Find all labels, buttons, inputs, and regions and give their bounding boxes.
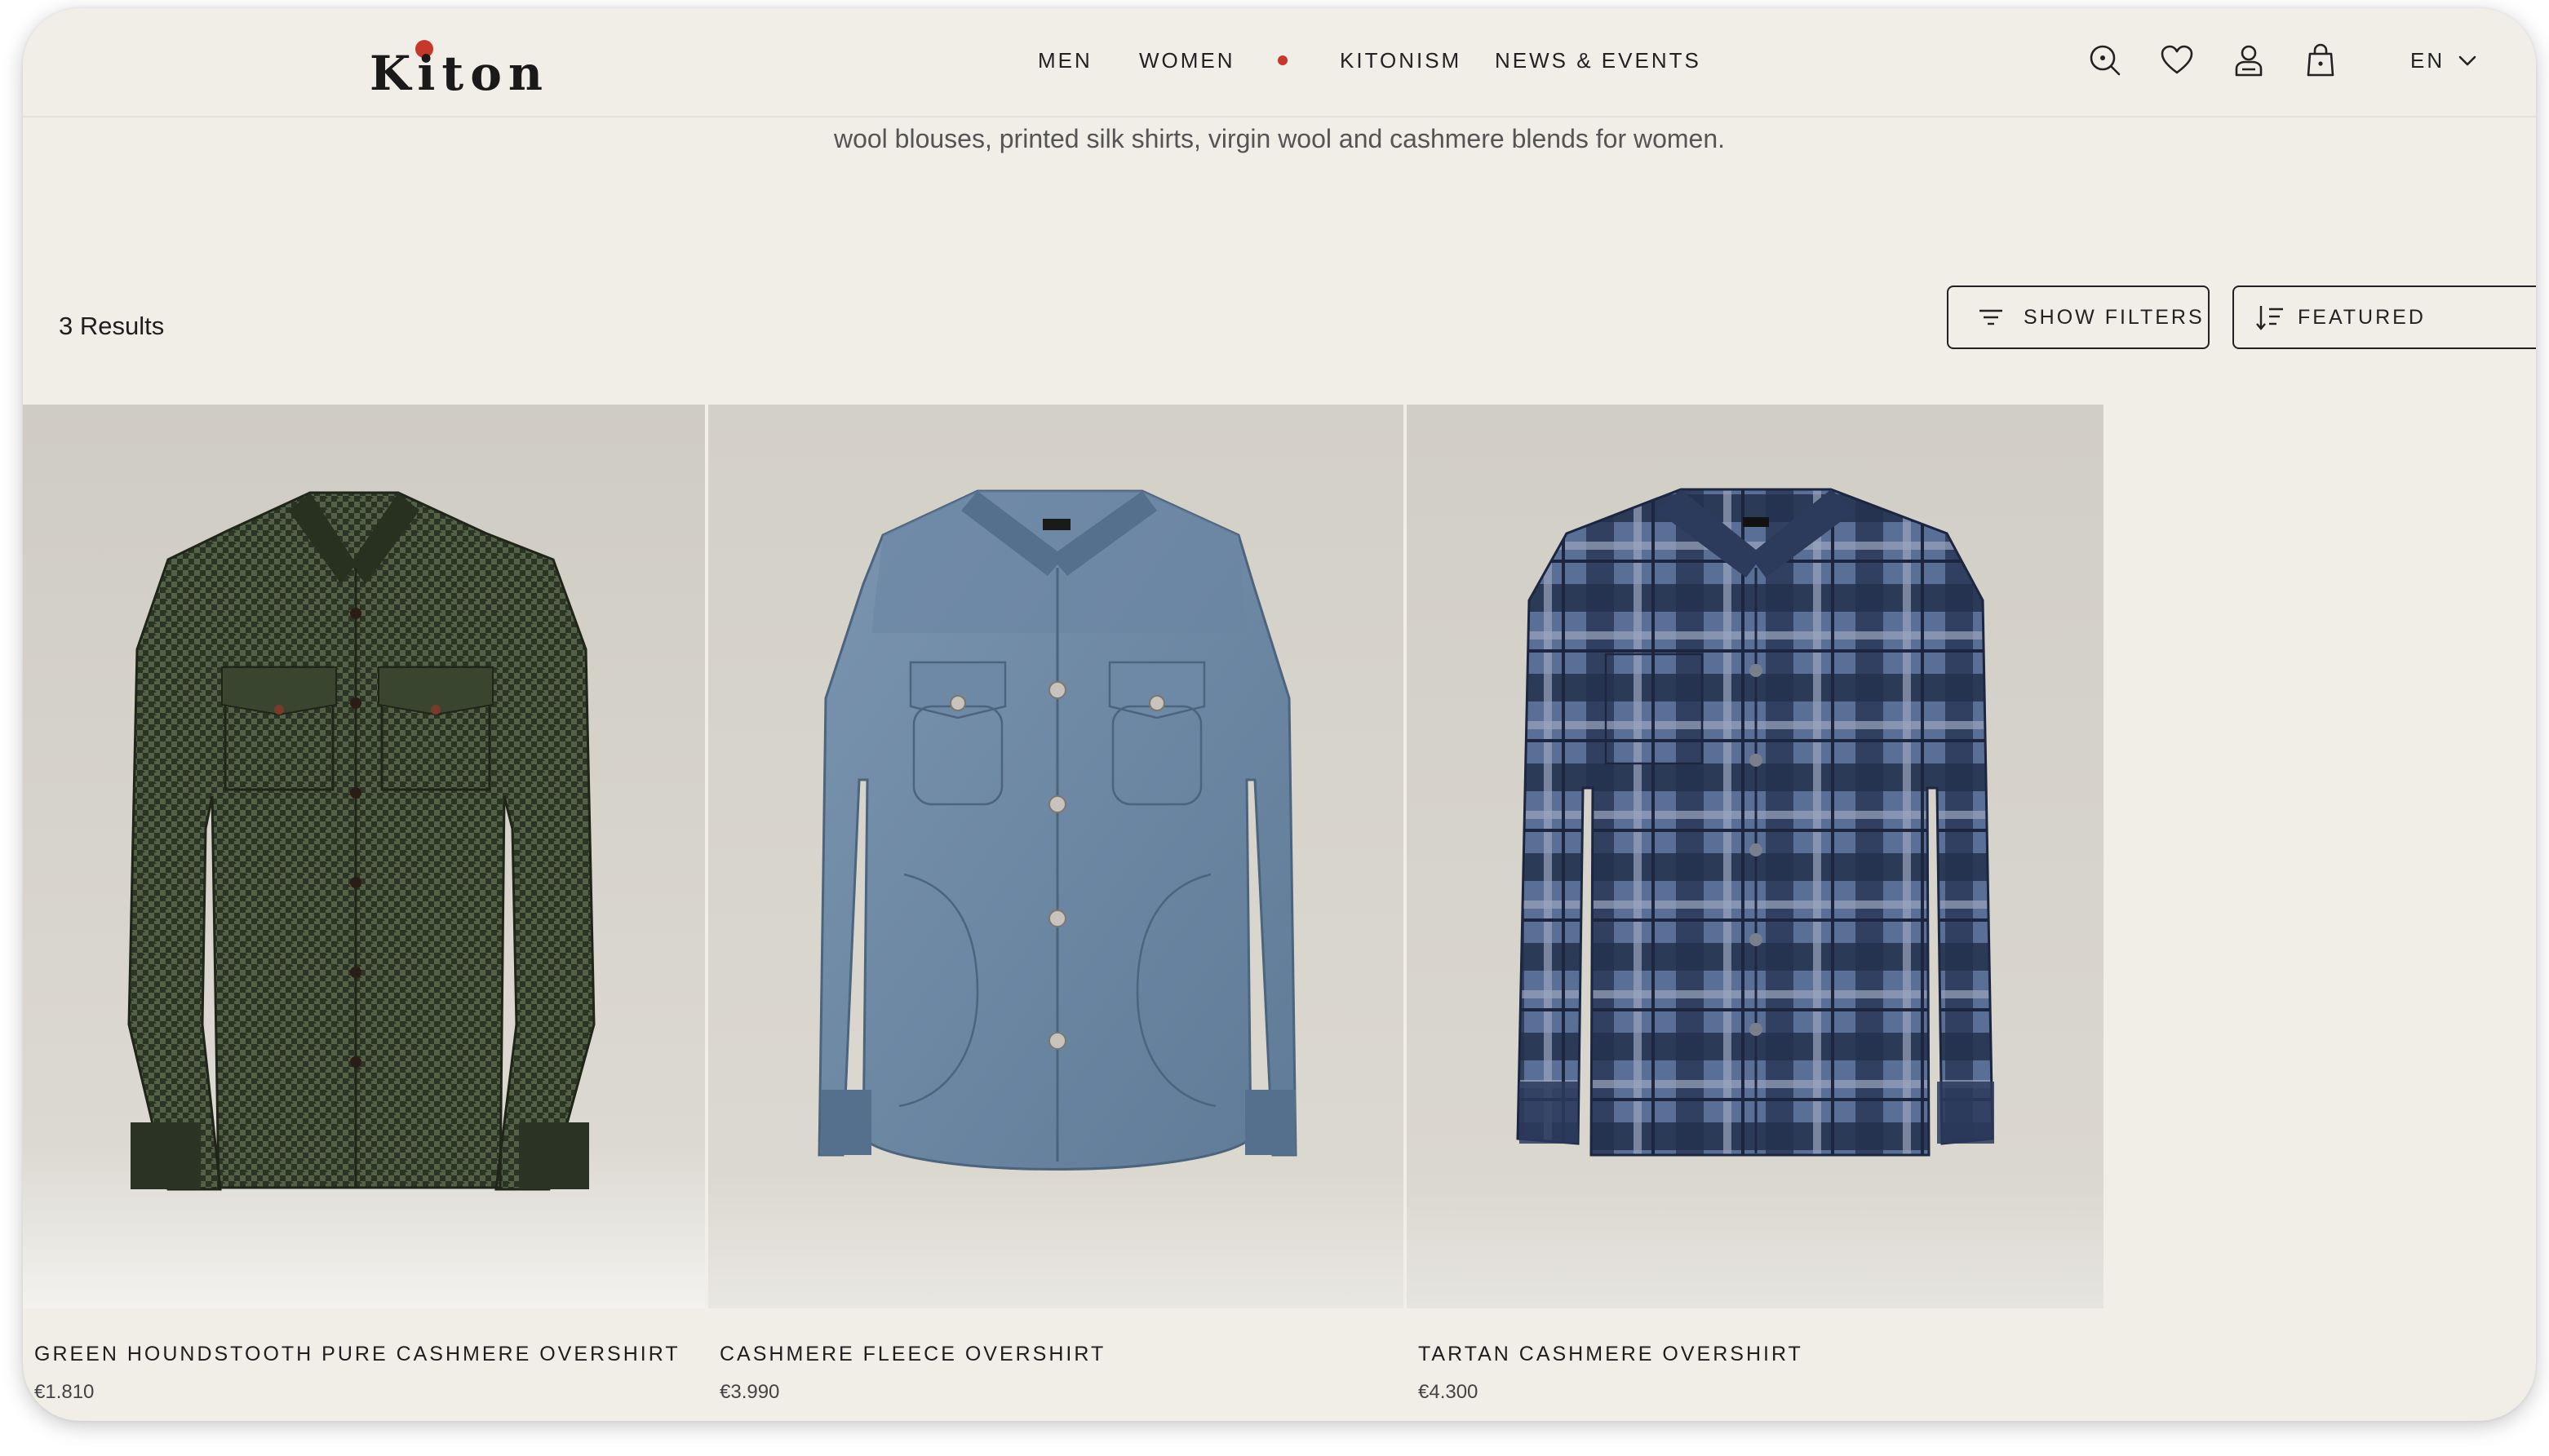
product-price: €1.810 [34,1381,95,1403]
show-filters-label: SHOW FILTERS [2024,305,2205,329]
product-name[interactable]: GREEN HOUNDSTOOTH PURE CASHMERE OVERSHIR… [34,1341,680,1367]
language-selector[interactable]: EN [2410,47,2445,73]
results-count: 3 Results [59,312,165,340]
nav-men[interactable]: MEN [1038,47,1093,73]
show-filters-button[interactable]: SHOW FILTERS [1947,285,2210,349]
product-name[interactable]: TARTAN CASHMERE OVERSHIRT [1418,1341,1803,1367]
nav-news-events[interactable]: NEWS & EVENTS [1495,47,1701,73]
nav-kitonism[interactable]: KITONISM [1340,47,1461,73]
sort-label: FEATURED [2298,305,2426,329]
filter-icon [1975,301,2007,334]
product-price: €4.300 [1418,1381,1478,1403]
product-name[interactable]: CASHMERE FLEECE OVERSHIRT [720,1341,1106,1367]
svg-text:Kiton: Kiton [370,46,549,98]
product-image[interactable] [1407,405,2103,1308]
product-price: €3.990 [720,1381,780,1403]
sort-dropdown[interactable]: FEATURED [2232,285,2536,349]
shopping-bag-icon[interactable] [2303,42,2338,78]
heart-icon[interactable] [2159,42,2195,78]
site-header: Kiton MEN WOMEN KITONISM NEWS & EVENTS E… [23,8,2536,117]
account-icon[interactable] [2231,42,2267,78]
product-image[interactable] [708,405,1403,1308]
product-image[interactable] [23,405,705,1308]
sort-icon [2254,301,2286,334]
kiton-logo[interactable]: Kiton [329,33,590,98]
nav-separator-dot [1278,55,1288,65]
nav-women[interactable]: WOMEN [1139,47,1235,73]
search-icon[interactable] [2087,42,2123,78]
category-description: wool blouses, printed silk shirts, virgi… [833,124,1726,153]
browser-window: Kiton MEN WOMEN KITONISM NEWS & EVENTS E… [23,8,2536,1421]
chevron-down-icon[interactable] [2456,51,2479,70]
